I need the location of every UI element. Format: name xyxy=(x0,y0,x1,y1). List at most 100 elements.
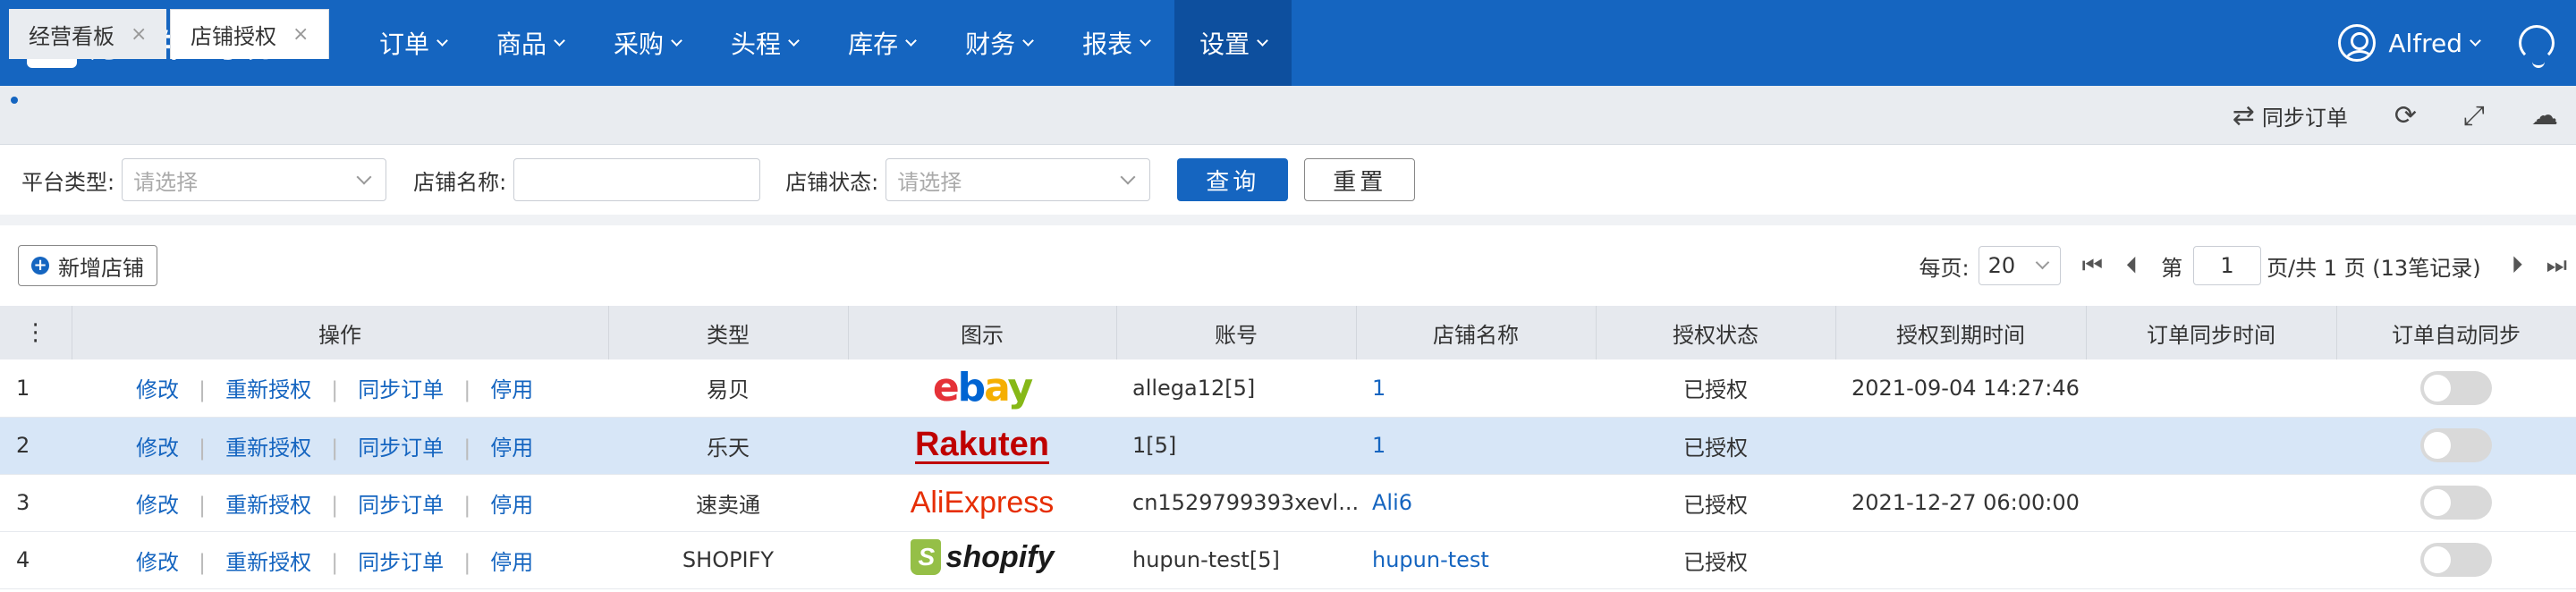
aliexpress-logo-text: AliExpress xyxy=(910,485,1055,520)
table-row[interactable]: 3 修改 | 重新授权 | 同步订单 | 停用 速卖通 AliExpress cn15297… xyxy=(0,474,2576,532)
nav-inventory[interactable]: 库存 xyxy=(823,0,940,86)
store-name-link[interactable]: hupun-test xyxy=(1372,547,1489,572)
refresh-button[interactable]: ⟳ xyxy=(2394,100,2417,131)
reauthorize-link[interactable]: 重新授权 xyxy=(225,493,311,518)
chevron-down-icon xyxy=(1257,34,1268,47)
disable-link[interactable]: 停用 xyxy=(490,377,533,402)
row-auto-sync xyxy=(2336,417,2576,475)
main-nav: 订单 商品 采购 头程 库存 财务 报表 设置 xyxy=(354,0,1292,86)
store-name-link[interactable]: 1 xyxy=(1372,376,1385,401)
table-row[interactable]: 2 修改 | 重新授权 | 同步订单 | 停用 乐天 Rakuten 1[5] 1 已授权 xyxy=(0,417,2576,475)
reauthorize-link[interactable]: 重新授权 xyxy=(225,377,311,402)
nav-orders[interactable]: 订单 xyxy=(354,0,471,86)
search-button[interactable]: 查询 xyxy=(1177,158,1289,201)
shopify-logo-mark: shopify xyxy=(910,539,1054,575)
page-total-text: 页/共 1 页 (13笔记录) xyxy=(2267,255,2481,281)
tab-toolbar: ⇄ 同步订单 ⟳ ⤢ ☁ xyxy=(2233,86,2576,145)
header-auth-status: 授权状态 xyxy=(1596,306,1836,359)
page-prefix: 第 xyxy=(2161,255,2183,281)
edit-link[interactable]: 修改 xyxy=(136,493,179,518)
add-store-label: 新增店铺 xyxy=(58,255,144,281)
store-status-select[interactable]: 请选择 xyxy=(886,158,1151,201)
store-list-panel: + 新增店铺 每页: 20 ⏮ ⏴ 第 1 页/共 1 页 (13笔记录) ⏵ … xyxy=(0,225,2576,592)
row-store-name[interactable]: hupun-test xyxy=(1356,531,1596,589)
fullscreen-icon: ⤢ xyxy=(2463,99,2485,131)
edit-link[interactable]: 修改 xyxy=(136,550,179,575)
shopify-bag-icon xyxy=(910,539,941,575)
page-number: 1 xyxy=(2220,253,2234,278)
tab-store-auth[interactable]: 店铺授权 × xyxy=(170,9,330,59)
row-auth-expire: 2021-12-27 06:00:00 xyxy=(1835,474,2086,532)
column-settings[interactable]: ⋮ xyxy=(0,306,72,359)
auto-sync-toggle[interactable] xyxy=(2420,543,2492,577)
nav-finance[interactable]: 财务 xyxy=(940,0,1057,86)
nav-settings[interactable]: 设置 xyxy=(1174,0,1292,86)
first-page-icon[interactable]: ⏮ xyxy=(2082,252,2103,280)
next-page-icon[interactable]: ⏵ xyxy=(2512,252,2523,280)
row-store-name[interactable]: 1 xyxy=(1356,417,1596,475)
disable-link[interactable]: 停用 xyxy=(490,550,533,575)
sync-orders-link[interactable]: 同步订单 xyxy=(358,436,444,461)
close-icon[interactable]: × xyxy=(292,23,309,46)
row-actions: 修改 | 重新授权 | 同步订单 | 停用 xyxy=(72,417,608,475)
row-store-name[interactable]: Ali6 xyxy=(1356,474,1596,532)
refresh-icon: ⟳ xyxy=(2394,99,2417,131)
sync-icon: ⇄ xyxy=(2232,99,2255,131)
per-page-label: 每页: xyxy=(1919,255,1970,281)
auto-sync-toggle[interactable] xyxy=(2420,428,2492,462)
prev-page-icon[interactable]: ⏴ xyxy=(2126,252,2138,280)
store-name-link[interactable]: 1 xyxy=(1372,433,1385,458)
sync-orders-link[interactable]: 同步订单 xyxy=(358,550,444,575)
sync-orders-link[interactable]: 同步订单 xyxy=(358,493,444,518)
nav-reports[interactable]: 报表 xyxy=(1057,0,1174,86)
edit-link[interactable]: 修改 xyxy=(136,377,179,402)
chevron-down-icon[interactable] xyxy=(2470,34,2481,47)
disable-link[interactable]: 停用 xyxy=(490,493,533,518)
sync-orders-button[interactable]: ⇄ 同步订单 xyxy=(2233,100,2348,131)
store-name-input[interactable] xyxy=(513,158,761,201)
tab-bar xyxy=(0,86,2576,145)
row-auth-expire xyxy=(1835,417,2086,475)
nav-first-leg[interactable]: 头程 xyxy=(706,0,823,86)
nav-purchasing[interactable]: 采购 xyxy=(589,0,706,86)
row-sync-time xyxy=(2086,474,2336,532)
user-avatar-icon[interactable] xyxy=(2338,24,2377,62)
aliexpress-logo: AliExpress xyxy=(848,474,1116,532)
reauthorize-link[interactable]: 重新授权 xyxy=(225,436,311,461)
add-store-button[interactable]: + 新增店铺 xyxy=(18,245,157,286)
reset-button[interactable]: 重置 xyxy=(1304,158,1416,201)
platform-type-select[interactable]: 请选择 xyxy=(122,158,387,201)
chevron-down-icon xyxy=(554,34,565,47)
row-account: hupun-test[5] xyxy=(1116,531,1356,589)
store-name-link[interactable]: Ali6 xyxy=(1372,490,1412,515)
row-account: 1[5] xyxy=(1116,417,1356,475)
row-actions: 修改 | 重新授权 | 同步订单 | 停用 xyxy=(72,359,608,418)
row-auth-status: 已授权 xyxy=(1596,417,1835,475)
close-icon[interactable]: × xyxy=(131,23,147,46)
table-row[interactable]: 4 修改|重新授权|同步订单|停用 SHOPIFY shopify hupun-… xyxy=(0,531,2576,589)
edit-link[interactable]: 修改 xyxy=(136,436,179,461)
disable-link[interactable]: 停用 xyxy=(490,436,533,461)
cloud-upload-button[interactable]: ☁ xyxy=(2531,100,2558,131)
nav-products[interactable]: 商品 xyxy=(471,0,589,86)
reauthorize-link[interactable]: 重新授权 xyxy=(225,550,311,575)
select-placeholder: 请选择 xyxy=(897,169,962,195)
table-row[interactable]: 1 修改 | 重新授权 | 同步订单 | 停用 易贝 ebay allega12[5] 1 … xyxy=(0,359,2576,418)
user-name[interactable]: Alfred xyxy=(2388,29,2462,58)
tab-dashboard[interactable]: 经营看板 × xyxy=(9,9,167,59)
headset-icon[interactable] xyxy=(2519,25,2555,68)
row-store-name[interactable]: 1 xyxy=(1356,359,1596,418)
row-auth-status: 已授权 xyxy=(1596,531,1835,589)
sync-orders-link[interactable]: 同步订单 xyxy=(358,377,444,402)
fullscreen-button[interactable]: ⤢ xyxy=(2463,100,2485,131)
header-actions: 操作 xyxy=(72,306,609,359)
last-page-icon[interactable]: ⏭ xyxy=(2546,252,2567,280)
auto-sync-toggle[interactable] xyxy=(2420,486,2492,520)
kebab-menu-icon[interactable]: ⋮ xyxy=(24,319,47,346)
page-size-value: 20 xyxy=(1987,253,2016,278)
header-auto-sync: 订单自动同步 xyxy=(2336,306,2576,359)
auto-sync-toggle[interactable] xyxy=(2420,370,2492,405)
page-number-input[interactable]: 1 xyxy=(2193,246,2262,285)
row-type: 速卖通 xyxy=(608,474,848,532)
page-size-select[interactable]: 20 xyxy=(1978,246,2061,285)
